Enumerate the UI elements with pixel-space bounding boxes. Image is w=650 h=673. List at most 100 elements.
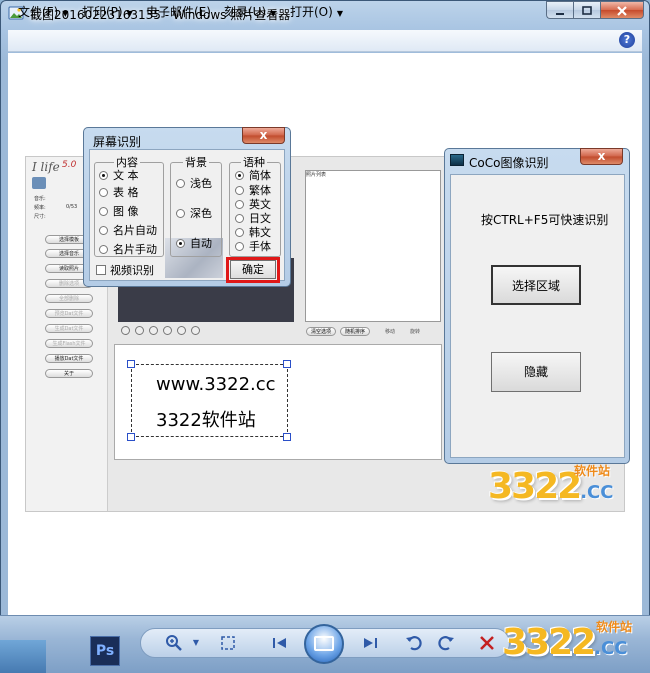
taskbar-corner	[0, 640, 46, 673]
menu-email-label: 电子邮件(E)	[146, 5, 211, 19]
option-label: 自动	[190, 237, 212, 250]
content-option-card-manual[interactable]: 名片手动	[99, 241, 157, 257]
option-label: 表 格	[113, 186, 139, 199]
background-option-light[interactable]: 浅色	[176, 175, 212, 191]
player-control-icon[interactable]	[135, 326, 144, 335]
option-label: 手体	[249, 240, 271, 253]
next-icon	[364, 638, 377, 648]
previous-button[interactable]	[270, 633, 290, 653]
option-label: 名片自动	[113, 224, 157, 237]
previous-icon	[273, 638, 286, 648]
minimize-button[interactable]	[546, 1, 573, 19]
menu-print-label: 打印(P)	[82, 5, 123, 19]
next-button[interactable]	[360, 633, 380, 653]
move-label: 移动	[385, 329, 396, 335]
resize-handle[interactable]	[127, 360, 135, 368]
option-label: 浅色	[190, 177, 212, 190]
radio-icon	[176, 239, 185, 248]
ilife-button[interactable]: 预览Dat文件	[45, 309, 93, 318]
ilife-logo: I life	[32, 160, 60, 174]
content-option-text[interactable]: 文 本	[99, 167, 139, 183]
language-option-handwriting[interactable]: 手体	[235, 238, 271, 254]
radio-icon	[235, 186, 244, 195]
language-option-simplified[interactable]: 简体	[235, 167, 271, 183]
zoom-dropdown-icon[interactable]: ▼	[186, 633, 206, 653]
menu-open-label: 打开(O)	[290, 5, 333, 19]
ilife-field-size: 尺寸:	[34, 214, 46, 220]
photo-list-header: 照片列表	[306, 172, 327, 178]
radio-icon	[99, 171, 108, 180]
ilife-field-music: 音乐:	[34, 196, 46, 202]
ilife-field-rate: 频率:	[34, 205, 46, 211]
dialog-close-button[interactable]: x	[242, 127, 285, 144]
checkbox-icon	[96, 265, 106, 275]
radio-icon	[235, 242, 244, 251]
menu-open[interactable]: 打开(O) ▼	[290, 3, 343, 20]
player-control-icon[interactable]	[191, 326, 200, 335]
option-label: 名片手动	[113, 243, 157, 256]
rotate-ccw-button[interactable]	[404, 633, 424, 653]
help-icon[interactable]: ?	[619, 32, 635, 48]
ok-button[interactable]: 确定	[230, 260, 276, 279]
menu-file-label: 文件(F)	[18, 5, 59, 19]
maximize-icon	[582, 6, 592, 15]
content-option-table[interactable]: 表 格	[99, 184, 139, 200]
actual-size-button[interactable]	[218, 633, 238, 653]
radio-icon	[235, 228, 244, 237]
option-label: 图 像	[113, 205, 139, 218]
dropdown-arrow-icon: ▼	[126, 9, 133, 18]
rotate-counterclockwise-icon	[406, 636, 422, 651]
player-control-icon[interactable]	[177, 326, 186, 335]
resize-handle[interactable]	[127, 433, 135, 441]
resize-handle[interactable]	[283, 433, 291, 441]
ilife-button[interactable]: 关于	[45, 369, 93, 378]
menu-burn[interactable]: 刻录(U) ▼	[224, 3, 276, 20]
resize-handle[interactable]	[283, 360, 291, 368]
radio-icon	[235, 200, 244, 209]
zoom-button[interactable]	[164, 633, 184, 653]
radio-icon	[99, 226, 108, 235]
background-option-dark[interactable]: 深色	[176, 205, 212, 221]
ilife-button[interactable]: 生成Flash文件	[45, 339, 93, 348]
dropdown-arrow-icon: ▼	[62, 9, 69, 18]
delete-button[interactable]	[477, 633, 497, 653]
rotate-label: 旋转	[410, 329, 421, 335]
content-option-image[interactable]: 图 像	[99, 203, 139, 219]
watermark-digits: 3322	[488, 466, 582, 507]
content-option-card-auto[interactable]: 名片自动	[99, 222, 157, 238]
radio-icon	[99, 188, 108, 197]
ilife-button[interactable]: 全部删除	[45, 294, 93, 303]
radio-icon	[176, 179, 185, 188]
ilife-button[interactable]: 生成Dat文件	[45, 324, 93, 333]
watermark-digits: 3322	[502, 622, 596, 663]
shortcut-hint: 按CTRL+F5可快速识别	[481, 213, 609, 227]
player-control-icon[interactable]	[149, 326, 158, 335]
player-control-icon[interactable]	[163, 326, 172, 335]
ilife-field-value: 0/53	[66, 204, 78, 210]
video-recognition-checkbox[interactable]: 视频识别	[96, 262, 154, 278]
dialog-close-button[interactable]: x	[580, 148, 623, 165]
photoshop-taskbar-icon[interactable]: Ps	[90, 636, 120, 666]
clear-items-button[interactable]: 清空选项	[306, 327, 336, 336]
dialog-title: 屏幕识别	[93, 135, 142, 149]
dropdown-arrow-icon: ▼	[270, 9, 277, 18]
menu-burn-label: 刻录(U)	[224, 5, 267, 19]
menu-file[interactable]: 文件(F) ▼	[18, 3, 68, 20]
close-button[interactable]	[600, 1, 644, 19]
player-control-icon[interactable]	[121, 326, 130, 335]
option-label: 简体	[249, 169, 271, 182]
zoom-icon	[166, 635, 182, 651]
select-area-button[interactable]: 选择区域	[491, 265, 581, 305]
hide-button[interactable]: 隐藏	[491, 352, 581, 392]
menu-print[interactable]: 打印(P) ▼	[82, 3, 133, 20]
minimize-icon	[556, 13, 564, 15]
radio-icon	[235, 171, 244, 180]
menu-email[interactable]: 电子邮件(E)	[146, 3, 211, 20]
maximize-button[interactable]	[573, 1, 600, 19]
ilife-button[interactable]: 播放Dat文件	[45, 354, 93, 363]
background-option-auto[interactable]: 自动	[176, 235, 212, 251]
radio-icon	[235, 214, 244, 223]
rotate-cw-button[interactable]	[436, 633, 456, 653]
random-sort-button[interactable]: 随机排序	[340, 327, 370, 336]
radio-icon	[99, 207, 108, 216]
